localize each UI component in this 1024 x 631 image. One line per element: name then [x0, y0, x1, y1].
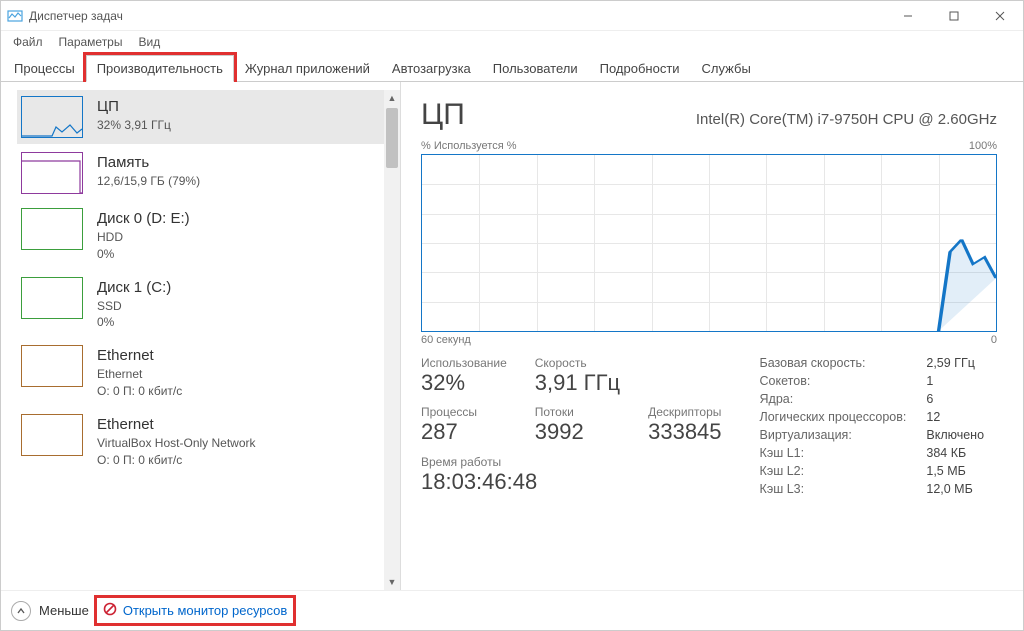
window-title: Диспетчер задач: [29, 9, 885, 23]
ethernet0-mini-chart: [21, 345, 83, 387]
sidebar-scroll: ЦП 32% 3,91 ГГц Память 12,6/15,9 ГБ (79%…: [1, 82, 400, 590]
stats-left: Использование 32% Скорость 3,91 ГГц Проц…: [421, 356, 722, 496]
tab-startup[interactable]: Автозагрузка: [381, 55, 482, 82]
sidebar-item-title: Ethernet: [97, 345, 182, 366]
stat-usage: Использование 32%: [421, 356, 507, 397]
sidebar-item-sub: HDD: [97, 229, 190, 246]
cpu-mini-chart: [21, 96, 83, 138]
stats-area: Использование 32% Скорость 3,91 ГГц Проц…: [421, 356, 997, 496]
stat-uptime: Время работы 18:03:46:48: [421, 455, 722, 496]
sidebar-item-ethernet0[interactable]: Ethernet Ethernet О: 0 П: 0 кбит/с: [17, 339, 398, 406]
task-manager-window: Диспетчер задач Файл Параметры Вид Проце…: [0, 0, 1024, 631]
sidebar-item-sub2: 0%: [97, 314, 171, 331]
less-label[interactable]: Меньше: [39, 603, 89, 618]
graph-ymax: 100%: [969, 140, 997, 152]
graph-x-left: 60 секунд: [421, 334, 471, 346]
detail-panel: ЦП Intel(R) Core(TM) i7-9750H CPU @ 2.60…: [401, 82, 1023, 590]
resmon-icon: [103, 602, 117, 619]
sidebar-item-disk0[interactable]: Диск 0 (D: E:) HDD 0%: [17, 202, 398, 269]
ethernet1-mini-chart: [21, 414, 83, 456]
stat-threads: Потоки 3992: [535, 405, 620, 446]
open-resmon-link[interactable]: Открыть монитор ресурсов: [97, 598, 293, 623]
sidebar-item-sub2: О: 0 П: 0 кбит/с: [97, 452, 256, 469]
tab-strip: Процессы Производительность Журнал прило…: [1, 55, 1023, 82]
sidebar-item-cpu[interactable]: ЦП 32% 3,91 ГГц: [17, 90, 398, 144]
sidebar-item-sub2: 0%: [97, 246, 190, 263]
sidebar-item-title: Диск 1 (C:): [97, 277, 171, 298]
scroll-down-icon[interactable]: ▼: [384, 574, 400, 590]
menu-view[interactable]: Вид: [130, 33, 168, 51]
tab-details[interactable]: Подробности: [589, 55, 691, 82]
taskmgr-icon: [7, 8, 23, 24]
sidebar-item-sub: Ethernet: [97, 366, 182, 383]
titlebar: Диспетчер задач: [1, 1, 1023, 31]
disk0-mini-chart: [21, 208, 83, 250]
tab-users[interactable]: Пользователи: [482, 55, 589, 82]
sidebar-item-sub: 12,6/15,9 ГБ (79%): [97, 173, 200, 190]
detail-heading: ЦП: [421, 98, 465, 132]
sidebar-item-disk1[interactable]: Диск 1 (C:) SSD 0%: [17, 271, 398, 338]
sidebar-item-title: Диск 0 (D: E:): [97, 208, 190, 229]
stats-right: Базовая скорость:2,59 ГГц Сокетов:1 Ядра…: [760, 356, 985, 496]
cpu-usage-graph: [421, 154, 997, 332]
disk1-mini-chart: [21, 277, 83, 319]
tab-performance[interactable]: Производительность: [86, 55, 234, 82]
sidebar-item-ethernet1[interactable]: Ethernet VirtualBox Host-Only Network О:…: [17, 408, 398, 475]
collapse-button[interactable]: [11, 601, 31, 621]
perf-sidebar: ЦП 32% 3,91 ГГц Память 12,6/15,9 ГБ (79%…: [1, 82, 401, 590]
tab-processes[interactable]: Процессы: [3, 55, 86, 82]
scroll-up-icon[interactable]: ▲: [384, 90, 400, 106]
scroll-thumb[interactable]: [386, 108, 398, 168]
maximize-button[interactable]: [931, 1, 977, 31]
sidebar-item-sub: VirtualBox Host-Only Network: [97, 435, 256, 452]
sidebar-scrollbar[interactable]: ▲ ▼: [384, 90, 400, 590]
menu-params[interactable]: Параметры: [51, 33, 131, 51]
minimize-button[interactable]: [885, 1, 931, 31]
chevron-up-icon: [16, 606, 26, 616]
menubar: Файл Параметры Вид: [1, 31, 1023, 53]
sidebar-item-title: ЦП: [97, 96, 171, 117]
sidebar-item-title: Память: [97, 152, 200, 173]
open-resmon-label: Открыть монитор ресурсов: [123, 603, 287, 618]
sidebar-item-sub: 32% 3,91 ГГц: [97, 117, 171, 134]
sidebar-item-sub2: О: 0 П: 0 кбит/с: [97, 383, 182, 400]
stat-handles: Дескрипторы 333845: [648, 405, 721, 446]
cpu-name: Intel(R) Core(TM) i7-9750H CPU @ 2.60GHz: [696, 111, 997, 128]
tab-app-history[interactable]: Журнал приложений: [234, 55, 381, 82]
stat-speed: Скорость 3,91 ГГц: [535, 356, 620, 397]
memory-mini-chart: [21, 152, 83, 194]
stat-processes: Процессы 287: [421, 405, 507, 446]
tab-services[interactable]: Службы: [691, 55, 762, 82]
graph-x-right: 0: [991, 334, 997, 346]
close-button[interactable]: [977, 1, 1023, 31]
menu-file[interactable]: Файл: [5, 33, 51, 51]
statusbar: Меньше Открыть монитор ресурсов: [1, 590, 1023, 630]
graph-ylabel: % Используется %: [421, 140, 516, 152]
sidebar-item-memory[interactable]: Память 12,6/15,9 ГБ (79%): [17, 146, 398, 200]
sidebar-item-sub: SSD: [97, 298, 171, 315]
sidebar-item-title: Ethernet: [97, 414, 256, 435]
